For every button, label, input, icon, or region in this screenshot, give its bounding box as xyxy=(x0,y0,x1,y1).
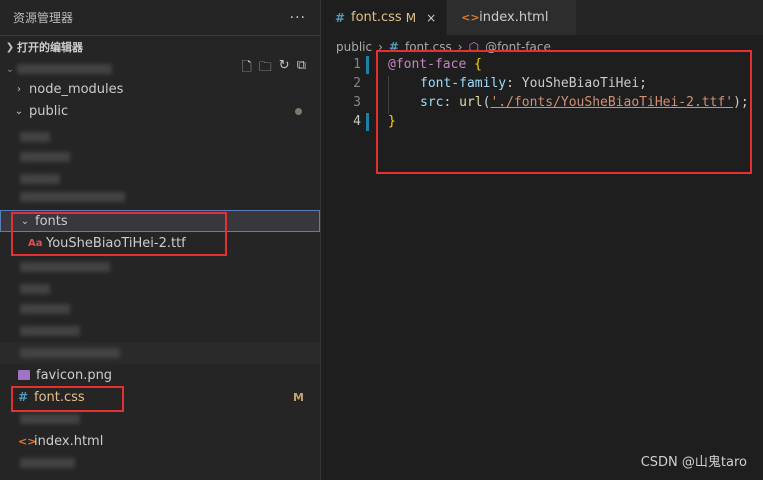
explorer-header: 资源管理器 ··· xyxy=(0,0,320,35)
tree-item-public[interactable]: ⌄ public xyxy=(0,100,320,122)
redacted-item xyxy=(0,278,320,300)
chevron-right-icon: › xyxy=(378,40,383,54)
sidebar-divider[interactable] xyxy=(320,0,321,480)
chevron-down-icon: ⌄ xyxy=(5,63,15,75)
line-number: 1 xyxy=(353,57,361,72)
project-name-redacted xyxy=(17,64,112,74)
html-file-icon: <> xyxy=(18,434,37,448)
symbol-icon: ⬡ xyxy=(468,40,480,54)
breadcrumb-file[interactable]: font.css xyxy=(405,40,452,54)
tree-item-label: public xyxy=(29,103,69,119)
css-file-icon: # xyxy=(18,390,29,404)
redacted-item xyxy=(0,298,320,320)
tree-item-fonts[interactable]: ⌄ fonts xyxy=(0,210,320,232)
tree-item-label: YouSheBiaoTiHei-2.ttf xyxy=(46,235,186,251)
tree-item-font-css[interactable]: # font.css M xyxy=(0,386,320,408)
breadcrumb: public › # font.css › ⬡ @font-face xyxy=(336,37,551,57)
tree-item-label: font.css xyxy=(34,389,85,405)
modified-badge: M xyxy=(293,390,304,404)
breadcrumb-symbol[interactable]: @font-face xyxy=(485,40,551,54)
open-editors-section[interactable]: ❯ 打开的编辑器 xyxy=(0,35,320,58)
redacted-item xyxy=(0,452,320,474)
modified-badge: M xyxy=(405,10,417,25)
modified-dot-icon xyxy=(295,107,302,115)
tree-item-node-modules[interactable]: › node_modules xyxy=(0,78,320,100)
image-file-icon xyxy=(18,370,30,380)
redacted-item xyxy=(0,146,320,168)
editor-tabs: # font.css M × <> index.html xyxy=(321,0,763,35)
redacted-item xyxy=(0,320,320,342)
line-number: 2 xyxy=(353,76,361,91)
redacted-item xyxy=(0,408,320,430)
code-line-3: src: url('./fonts/YouSheBiaoTiHei-2.ttf'… xyxy=(420,95,749,110)
chevron-right-icon: › xyxy=(457,40,463,54)
explorer-sidebar: 资源管理器 ··· ❯ 打开的编辑器 ⌄ 🗋 🗀 ↻ ⧉ › node_modu… xyxy=(0,0,320,480)
chevron-down-icon: ⌄ xyxy=(20,215,30,227)
close-icon[interactable]: × xyxy=(426,11,436,25)
chevron-right-icon: ❯ xyxy=(5,41,15,53)
indent-guide xyxy=(388,76,389,114)
new-folder-icon[interactable]: 🗀 xyxy=(259,58,272,80)
tree-item-label: node_modules xyxy=(29,81,124,97)
tree-item-label: favicon.png xyxy=(36,367,113,383)
new-file-icon[interactable]: 🗋 xyxy=(241,58,251,80)
tab-font-css[interactable]: # font.css M × xyxy=(321,0,448,35)
change-marker xyxy=(366,113,369,131)
css-file-icon: # xyxy=(335,10,346,25)
code-line-1: @font-face { xyxy=(388,57,482,72)
chevron-down-icon: ⌄ xyxy=(14,105,24,117)
line-number: 3 xyxy=(353,95,361,110)
change-marker xyxy=(366,56,369,74)
watermark: CSDN @山鬼taro xyxy=(640,455,747,470)
line-number: 4 xyxy=(353,114,361,129)
font-file-icon: Aa xyxy=(28,237,43,249)
refresh-icon[interactable]: ↻ xyxy=(279,58,290,80)
redacted-item xyxy=(0,126,320,148)
code-line-2: font-family: YouSheBiaoTiHei; xyxy=(420,76,647,91)
tree-item-label: fonts xyxy=(35,213,68,229)
tab-label: font.css xyxy=(351,10,402,25)
more-actions-icon[interactable]: ··· xyxy=(290,10,306,26)
css-file-icon: # xyxy=(388,40,399,54)
tab-label: index.html xyxy=(479,10,549,25)
redacted-item xyxy=(0,186,320,208)
tab-index-html[interactable]: <> index.html xyxy=(447,0,578,35)
project-section[interactable]: ⌄ 🗋 🗀 ↻ ⧉ xyxy=(0,58,320,80)
chevron-right-icon: › xyxy=(17,83,21,95)
redacted-item xyxy=(0,256,320,278)
collapse-all-icon[interactable]: ⧉ xyxy=(297,58,306,80)
tree-item-index-html[interactable]: <> index.html xyxy=(0,430,320,452)
code-line-4: } xyxy=(388,114,396,129)
redacted-item xyxy=(0,342,320,364)
open-editors-label: 打开的编辑器 xyxy=(17,41,83,54)
tree-item-favicon[interactable]: favicon.png xyxy=(0,364,320,386)
html-file-icon: <> xyxy=(461,11,480,24)
explorer-title: 资源管理器 xyxy=(13,11,74,25)
tree-item-label: index.html xyxy=(34,433,104,449)
tree-item-font-file[interactable]: Aa YouSheBiaoTiHei-2.ttf xyxy=(0,232,320,254)
breadcrumb-folder[interactable]: public xyxy=(336,40,372,54)
